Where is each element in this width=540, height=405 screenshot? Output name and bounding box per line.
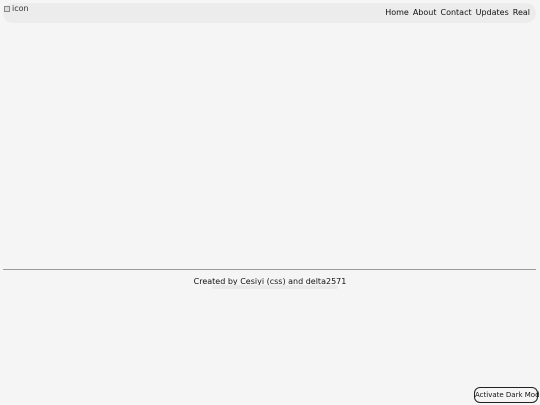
logo-alt-text: icon <box>12 4 29 13</box>
nav-link-updates[interactable]: Updates <box>476 8 509 18</box>
nav-link-about[interactable]: About <box>413 8 437 18</box>
nav-links: Home About Contact Updates Real <box>385 8 530 18</box>
nav-link-home[interactable]: Home <box>385 8 409 18</box>
footer-divider <box>3 269 536 270</box>
nav-link-real[interactable]: Real <box>513 8 530 18</box>
logo[interactable]: icon <box>4 4 29 14</box>
navbar: icon Home About Contact Updates Real <box>3 3 536 23</box>
footer-faded-text <box>212 285 338 289</box>
dark-mode-button[interactable]: Activate Dark Mode <box>474 387 540 403</box>
broken-image-icon <box>4 6 10 12</box>
nav-link-contact[interactable]: Contact <box>440 8 471 18</box>
page: icon Home About Contact Updates Real Cre… <box>0 0 540 405</box>
